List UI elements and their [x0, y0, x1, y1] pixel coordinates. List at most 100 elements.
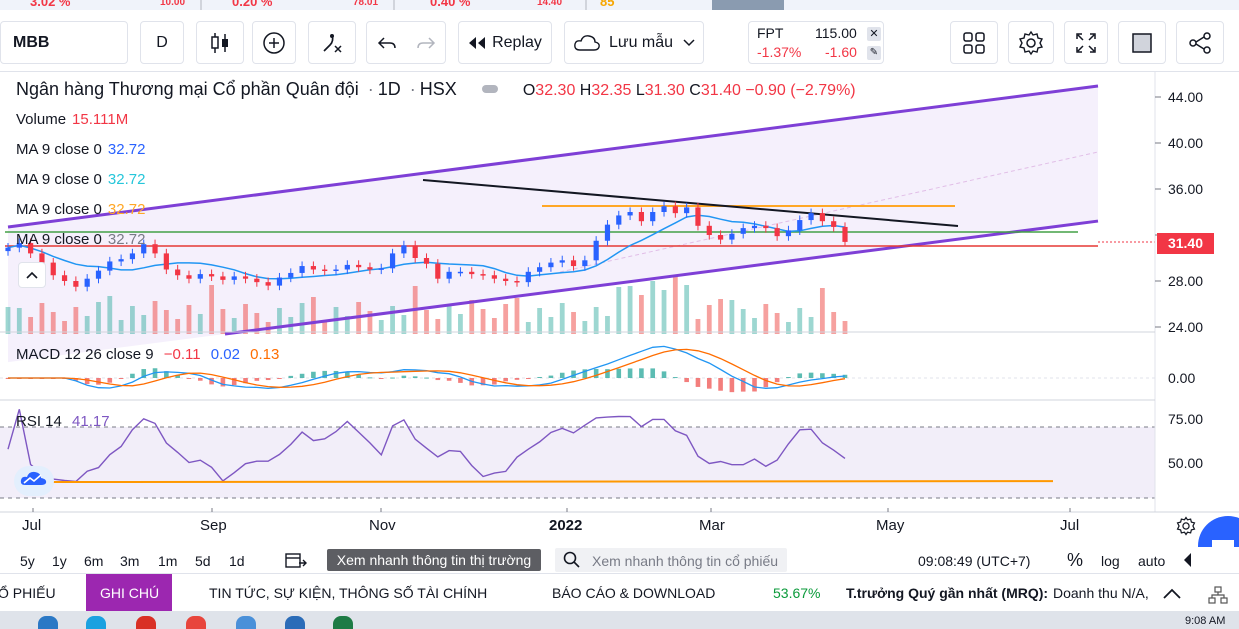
- volume-bar: [186, 305, 192, 334]
- ohlc-close: 31.40: [700, 82, 741, 99]
- collapse-legend-button[interactable]: [18, 262, 46, 288]
- layout-button[interactable]: [950, 21, 998, 64]
- compare-symbol-card[interactable]: FPT 115.00 -1.37% -1.60 ✕ ✎: [748, 21, 884, 64]
- strip-thumbnail[interactable]: [712, 0, 784, 10]
- redo-icon[interactable]: [415, 33, 437, 53]
- macd-legend[interactable]: MACD 12 26 close 9 −0.11 0.02 0.13: [16, 346, 279, 363]
- macd-histogram-bar: [820, 373, 825, 378]
- macd-histogram-bar: [435, 378, 441, 381]
- volume-bar: [571, 312, 576, 334]
- tradingview-logo[interactable]: [14, 466, 54, 496]
- macd-histogram-bar: [661, 371, 667, 378]
- volume-bar: [220, 309, 226, 334]
- search-icon: [563, 551, 581, 572]
- interval-button[interactable]: D: [140, 21, 184, 64]
- volume-value: 15.111M: [72, 111, 129, 128]
- range-1d[interactable]: 1d: [229, 553, 245, 569]
- file-explorer-icon[interactable]: [38, 616, 58, 629]
- rewind-icon: [468, 36, 486, 50]
- chart-area[interactable]: Ngân hàng Thương mại Cổ phần Quân đội · 1…: [0, 72, 1239, 586]
- compare-button[interactable]: [252, 21, 296, 64]
- candle-body: [175, 269, 181, 276]
- snapshot-button[interactable]: [1118, 21, 1166, 64]
- candle-body: [582, 260, 588, 267]
- indicators-button[interactable]: [308, 21, 356, 64]
- rsi-value: 41.17: [72, 413, 110, 430]
- volume-bar: [684, 285, 690, 334]
- volume-bar: [650, 281, 656, 334]
- chevron-up-icon[interactable]: [1163, 586, 1181, 602]
- range-1y[interactable]: 1y: [52, 553, 67, 569]
- ma-value: 32.72: [107, 201, 146, 218]
- candle-body: [751, 225, 758, 229]
- candle-body: [695, 207, 701, 226]
- volume-bar: [706, 305, 712, 334]
- stock-search-input[interactable]: Xem nhanh thông tin cổ phiếu: [592, 553, 778, 569]
- range-5d[interactable]: 5d: [195, 553, 211, 569]
- interval-label: D: [156, 33, 168, 51]
- axis-settings-icon[interactable]: [1176, 516, 1196, 541]
- macd-histogram-bar: [616, 368, 622, 378]
- chrome-profile-icon[interactable]: [186, 616, 206, 629]
- log-scale-toggle[interactable]: log: [1101, 553, 1120, 569]
- layout-icon: [962, 31, 986, 55]
- close-icon[interactable]: ✕: [867, 27, 881, 41]
- replay-button[interactable]: Replay: [458, 21, 552, 64]
- chevron-left-icon[interactable]: [1182, 552, 1192, 571]
- ohlc-low: 31.30: [644, 82, 685, 99]
- candle-body: [5, 247, 11, 252]
- time-axis-label: Jul: [1060, 517, 1080, 534]
- macd-histogram-bar: [797, 373, 803, 378]
- volume-bar: [797, 308, 803, 334]
- ma-legend-2[interactable]: MA 9 close 0 32.72: [16, 171, 145, 188]
- candle-body: [842, 226, 848, 242]
- calendar-range-icon[interactable]: [285, 551, 307, 572]
- macd-histogram-bar: [673, 377, 678, 379]
- strip-value-3: 0.40 %: [430, 0, 471, 9]
- candle-body: [265, 282, 271, 286]
- tab-stock[interactable]: Ổ PHIẾU: [0, 585, 56, 601]
- edge-icon[interactable]: [86, 616, 106, 629]
- settings-button[interactable]: [1008, 21, 1054, 64]
- candle-body: [638, 212, 645, 222]
- ma-legend-1[interactable]: MA 9 close 0 32.72: [16, 141, 145, 158]
- undo-icon[interactable]: [376, 33, 398, 53]
- volume-bar: [197, 314, 203, 334]
- candle-body: [163, 253, 169, 270]
- share-icon: [1188, 31, 1212, 55]
- fullscreen-button[interactable]: [1064, 21, 1108, 64]
- excel-icon[interactable]: [333, 616, 353, 629]
- top-strip: 3.02 % 10.00 0.20 % 78.01 0.40 % 14.40 8…: [0, 0, 1239, 10]
- candle-body: [503, 278, 509, 281]
- tab-news-financials[interactable]: TIN TỨC, SỰ KIỆN, THÔNG SỐ TÀI CHÍNH: [209, 585, 487, 601]
- share-button[interactable]: [1176, 21, 1224, 64]
- market-overview-button[interactable]: Xem nhanh thông tin thị trường: [327, 549, 541, 571]
- candle-body: [378, 268, 384, 270]
- range-6m[interactable]: 6m: [84, 553, 103, 569]
- edit-icon[interactable]: ✎: [867, 46, 881, 60]
- price-axis-label: 40.00: [1168, 135, 1204, 151]
- auto-scale-toggle[interactable]: auto: [1138, 553, 1165, 569]
- range-5y[interactable]: 5y: [20, 553, 35, 569]
- app-icon[interactable]: [236, 616, 256, 629]
- price-chart[interactable]: [0, 72, 1239, 547]
- symbol-search-button[interactable]: MBB: [0, 21, 128, 64]
- tab-notes[interactable]: GHI CHÚ: [100, 585, 159, 601]
- range-1m[interactable]: 1m: [158, 553, 177, 569]
- macd-histogram-bar: [311, 371, 316, 378]
- ma-legend-3[interactable]: MA 9 close 0 32.72: [16, 201, 145, 218]
- chrome-icon[interactable]: [136, 616, 156, 629]
- word-icon[interactable]: [285, 616, 305, 629]
- tab-reports-download[interactable]: BÁO CÁO & DOWNLOAD: [552, 585, 715, 601]
- volume-bar: [310, 297, 316, 334]
- volume-bar: [277, 308, 282, 334]
- rsi-legend[interactable]: RSI 14 41.17: [16, 413, 110, 430]
- volume-legend[interactable]: Volume 15.111M: [16, 111, 128, 128]
- ma-legend-4[interactable]: MA 9 close 0 32.72: [16, 231, 145, 248]
- range-3m[interactable]: 3m: [120, 553, 139, 569]
- chart-type-button[interactable]: [196, 21, 244, 64]
- percent-scale-toggle[interactable]: %: [1067, 550, 1083, 571]
- candle-body: [435, 263, 441, 279]
- save-layout-button[interactable]: Lưu mẫu: [564, 21, 704, 64]
- candle-body: [118, 259, 124, 262]
